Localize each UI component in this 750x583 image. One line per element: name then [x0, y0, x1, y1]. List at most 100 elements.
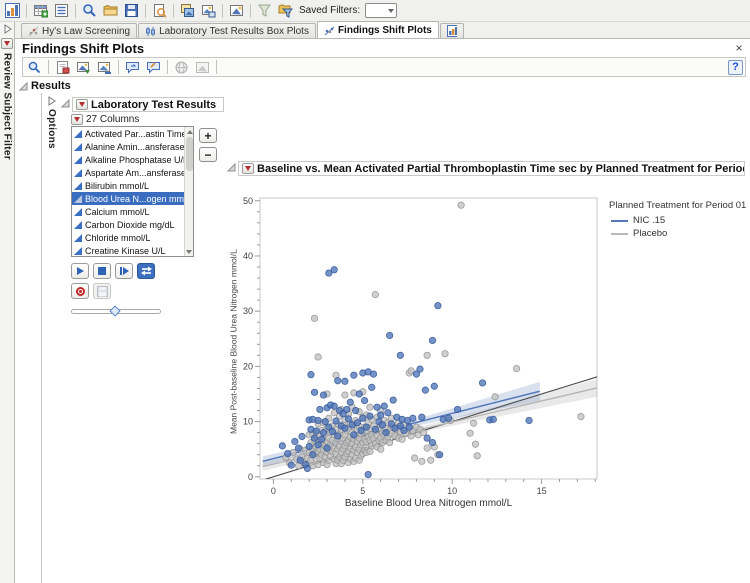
red-triangle-icon [79, 102, 85, 107]
scrollbar-thumb[interactable] [186, 137, 193, 171]
toolbar-separator [250, 4, 251, 18]
list-item[interactable]: Activated Par...astin Time sec [72, 127, 184, 140]
red-triangle-icon [74, 117, 80, 122]
list-item[interactable]: Calcium mmol/L [72, 205, 184, 218]
remove-column-button[interactable]: − [199, 147, 217, 162]
list-item[interactable]: Chloride mmol/L [72, 231, 184, 244]
add-column-button[interactable]: + [199, 128, 217, 143]
slider-thumb[interactable] [109, 305, 120, 316]
copy-image-icon[interactable] [178, 1, 197, 20]
save-animation-button[interactable] [93, 283, 111, 299]
continuous-column-icon [74, 208, 82, 216]
saved-filters-icon[interactable] [276, 1, 295, 20]
continuous-column-icon [74, 221, 82, 229]
options-expand-arrow-icon[interactable] [47, 96, 56, 106]
help-button[interactable]: ? [728, 60, 743, 75]
list-item[interactable]: Blood Urea N...ogen mmol/L [72, 192, 184, 205]
columns-menu-button[interactable] [71, 114, 83, 125]
svg-text:30: 30 [243, 306, 253, 316]
svg-text:20: 20 [243, 361, 253, 371]
lab-panel-menu-button[interactable] [76, 99, 88, 110]
list-item[interactable]: Carbon Dioxide mg/dL [72, 218, 184, 231]
list-item[interactable]: Alkaline Phosphatase U/L [72, 153, 184, 166]
toolbar-separator [173, 4, 174, 18]
record-button[interactable] [71, 283, 89, 299]
list-item[interactable]: Aspartate Am...ansferase U/L [72, 166, 184, 179]
open-folder-icon[interactable] [101, 1, 120, 20]
page-title: Findings Shift Plots [22, 41, 732, 56]
tab-laboratory-test-results-box-plots[interactable]: Laboratory Test Results Box Plots [138, 23, 316, 38]
edit-comment-icon[interactable] [144, 58, 163, 77]
tab-hys-law-screening[interactable]: Hy's Law Screening [21, 23, 137, 38]
layout-image-icon[interactable] [227, 1, 246, 20]
list-scrollbar[interactable] [184, 127, 193, 256]
svg-text:50: 50 [243, 196, 253, 206]
results-section-label: Results [31, 80, 71, 92]
expand-arrow-icon[interactable] [3, 24, 12, 34]
scroll-down-icon[interactable] [186, 250, 192, 254]
list-item-label: Alkaline Phosphatase U/L [85, 155, 188, 165]
lab-panel-header: Laboratory Test Results [72, 97, 224, 112]
chart-menu-button[interactable] [242, 163, 254, 174]
step-button[interactable] [115, 263, 133, 279]
web-report-icon[interactable] [172, 58, 191, 77]
svg-text:5: 5 [360, 486, 365, 496]
data-filter-icon[interactable] [255, 1, 274, 20]
list-item[interactable]: Bilirubin mmol/L [72, 179, 184, 192]
tab-findings-shift-plots[interactable]: Findings Shift Plots [317, 21, 439, 38]
tab-new-report[interactable] [440, 23, 464, 38]
review-search-icon[interactable] [80, 1, 99, 20]
svg-text:0: 0 [248, 472, 253, 482]
new-data-table-icon[interactable] [31, 1, 50, 20]
svg-text:10: 10 [243, 417, 253, 427]
red-triangle-icon [4, 41, 10, 46]
review-subject-filter-label: Review Subject Filter [2, 53, 13, 160]
presentation-icon[interactable] [193, 58, 212, 77]
list-item[interactable]: Alanine Amin...ansferase U/L [72, 140, 184, 153]
saved-filters-select[interactable] [365, 3, 397, 18]
list-item[interactable]: Creatine Kinase U/L [72, 244, 184, 257]
export-report-image-icon[interactable] [95, 58, 114, 77]
list-item-label: Chloride mmol/L [85, 233, 151, 243]
play-button[interactable] [71, 263, 89, 279]
scatter-plot[interactable]: 05101501020304050Baseline Blood Urea Nit… [240, 192, 601, 514]
chart-tab-icon [447, 25, 457, 37]
main-toolbar: Saved Filters: [0, 0, 750, 22]
add-report-note-icon[interactable] [53, 58, 72, 77]
results-collapse-icon[interactable] [19, 82, 28, 91]
search-report-icon[interactable] [150, 1, 169, 20]
stop-button[interactable] [93, 263, 111, 279]
scroll-up-icon[interactable] [185, 127, 194, 136]
loop-button[interactable] [137, 263, 155, 279]
y-axis-title: Mean Post-baseline Blood Urea Nitrogen m… [227, 192, 240, 492]
chart-collapse-icon[interactable] [227, 163, 236, 172]
legend-item-nic[interactable]: NIC .15 [611, 215, 746, 226]
step-icon [120, 267, 129, 275]
close-icon[interactable]: × [732, 42, 746, 54]
svg-text:15: 15 [537, 486, 547, 496]
legend-item-placebo[interactable]: Placebo [611, 228, 746, 239]
subject-explorer-icon[interactable] [25, 58, 44, 77]
continuous-column-icon [74, 247, 82, 255]
placebo-line-swatch [611, 233, 628, 235]
svg-text:0: 0 [271, 486, 276, 496]
toolbar-separator [167, 60, 168, 74]
tab-label: Hy's Law Screening [42, 26, 130, 37]
nic-line-swatch [611, 220, 628, 222]
save-icon[interactable] [122, 1, 141, 20]
journal-list-icon[interactable] [52, 1, 71, 20]
share-comment-icon[interactable] [123, 58, 142, 77]
column-list[interactable]: Activated Par...astin Time sec Alanine A… [71, 126, 194, 257]
copy-report-image-icon[interactable] [74, 58, 93, 77]
red-triangle-icon [245, 166, 251, 171]
review-subject-filter-menu-button[interactable] [1, 38, 13, 49]
paste-image-icon[interactable] [199, 1, 218, 20]
toolbar-separator [75, 4, 76, 18]
list-item-label: Carbon Dioxide mg/dL [85, 220, 175, 230]
jmp-home-icon[interactable] [3, 1, 22, 20]
animation-speed-slider[interactable] [71, 307, 161, 316]
lab-panel-collapse-icon[interactable] [61, 99, 70, 108]
chart-title: Baseline vs. Mean Activated Partial Thro… [257, 163, 745, 175]
list-item-label: Calcium mmol/L [85, 207, 150, 217]
list-item-label: Bilirubin mmol/L [85, 181, 149, 191]
